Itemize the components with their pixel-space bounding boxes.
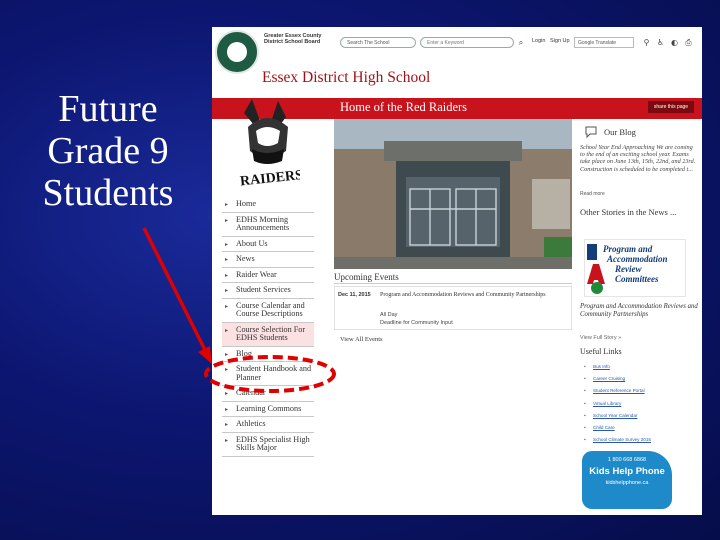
useful-link-child-care[interactable]: ▪ Child Care: [584, 422, 694, 434]
useful-link-school-year-calendar[interactable]: ▪ School Year Calendar: [584, 410, 694, 422]
board-name: Greater Essex County District School Boa…: [264, 33, 322, 45]
useful-link-career-cruising[interactable]: ▪ Career Cruising: [584, 373, 694, 385]
accessibility-icon[interactable]: ♿: [656, 37, 665, 48]
event-description: Deadline for Community Input: [380, 320, 453, 326]
events-divider: [334, 283, 572, 284]
events-heading: Upcoming Events: [334, 272, 399, 282]
nav-item-course-calendar[interactable]: ▸ Course Calendar and Course Descriptions: [222, 299, 314, 323]
par-caption[interactable]: Program and Accommodation Reviews and Co…: [580, 303, 698, 318]
read-more-link[interactable]: Read more: [580, 191, 605, 197]
event-day: All Day: [380, 312, 398, 318]
event-title[interactable]: Program and Accommodation Reviews and Co…: [380, 292, 568, 299]
other-stories-heading: Other Stories in the News ...: [580, 207, 677, 217]
kids-help-phone-number: 1 800 668 6868: [607, 457, 647, 463]
useful-link-student-reference-portal[interactable]: ▪ Student Reference Portal: [584, 385, 694, 397]
contrast-icon[interactable]: ◐: [670, 37, 679, 48]
blog-excerpt: School Year End Approaching We are comin…: [580, 144, 696, 173]
kids-help-phone-url: kidshelpphone.ca: [605, 480, 649, 486]
useful-links-list: ▪ Bus Info ▪ Career Cruising ▪ Student Refe…: [584, 361, 694, 446]
google-translate-select[interactable]: Google Translate: [574, 37, 634, 48]
slide-title-line-1: Future: [58, 88, 158, 130]
search-icon[interactable]: ⌕: [516, 37, 526, 48]
svg-text:Program and: Program and: [603, 244, 653, 254]
raiders-logo-text: RAIDERS: [239, 168, 300, 190]
useful-link-virtual-library[interactable]: ▪ Virtual Library: [584, 398, 694, 410]
keyword-search-input[interactable]: Enter a Keyword: [420, 37, 514, 48]
kids-help-phone-banner[interactable]: 1 800 668 6868 Kids Help Phone kidshelpp…: [582, 451, 672, 509]
board-logo[interactable]: [215, 30, 259, 74]
login-link[interactable]: Login: [532, 38, 545, 44]
nav-item-morning-announcements[interactable]: ▸ EDHS Morning Announcements: [222, 213, 314, 237]
event-date: Dec 11, 2015: [338, 292, 371, 298]
red-arrow-line: [142, 227, 208, 353]
website-screenshot: Greater Essex County District School Boa…: [212, 27, 702, 515]
nav-item-course-selection[interactable]: ▸ Course Selection For EDHS Students: [222, 322, 314, 347]
sitemap-icon[interactable]: ⚲: [642, 37, 651, 48]
nav-item-shsm[interactable]: ▸ EDHS Specialist High Skills Major: [222, 433, 314, 457]
nav-item-blog[interactable]: ▸ Blog: [222, 347, 314, 362]
kids-help-phone-name: Kids Help Phone: [589, 466, 665, 477]
search-school-select[interactable]: Search The School: [340, 37, 416, 48]
useful-links-heading: Useful Links: [580, 347, 622, 356]
school-name[interactable]: Essex District High School: [262, 69, 430, 87]
school-building-photo: [334, 119, 572, 269]
nav-item-news[interactable]: ▸ News: [222, 252, 314, 268]
blog-icon: [585, 126, 597, 139]
useful-link-bus-info[interactable]: ▪ Bus Info: [584, 361, 694, 373]
print-icon[interactable]: ⎙: [684, 37, 693, 48]
view-full-story-link[interactable]: View Full Story »: [580, 335, 621, 341]
slide-title: Future Grade 9 Students: [18, 88, 198, 214]
svg-text:Review: Review: [614, 264, 642, 274]
banner-title: Home of the Red Raiders: [340, 100, 468, 114]
nav-item-student-handbook[interactable]: ▸ Student Handbook and Planner: [222, 362, 314, 386]
slide-title-line-3: Students: [42, 172, 174, 214]
nav-item-raider-wear[interactable]: ▸ Raider Wear: [222, 268, 314, 283]
useful-link-climate-survey[interactable]: ▪ School Climate Survey 2015: [584, 434, 694, 446]
share-page-button[interactable]: share this page: [648, 101, 694, 113]
nav-item-home[interactable]: ▸ Home: [222, 197, 314, 213]
par-committees-logo[interactable]: Program and Accommodation Review Committ…: [584, 239, 686, 297]
svg-text:Accommodation: Accommodation: [606, 254, 668, 264]
nav-item-athletics[interactable]: ▸ Athletics: [222, 417, 314, 433]
blog-heading: Our Blog: [604, 127, 636, 137]
signup-link[interactable]: Sign Up: [550, 38, 570, 44]
nav-item-learning-commons[interactable]: ▸ Learning Commons: [222, 402, 314, 417]
nav-item-about-us[interactable]: ▸ About Us: [222, 237, 314, 252]
red-arrow-head: [198, 346, 212, 364]
left-nav: ▸ Home ▸ EDHS Morning Announcements ▸ About…: [222, 197, 314, 457]
site-header: Greater Essex County District School Boa…: [212, 27, 702, 97]
svg-text:Committees: Committees: [615, 274, 659, 284]
nav-item-calendar[interactable]: ▸ Calendar: [222, 386, 314, 402]
view-all-events-link[interactable]: View All Events: [340, 336, 383, 343]
raiders-logo[interactable]: RAIDERS: [234, 91, 300, 191]
nav-item-student-services[interactable]: ▸ Student Services: [222, 283, 314, 299]
slide-title-line-2: Grade 9: [47, 130, 169, 172]
